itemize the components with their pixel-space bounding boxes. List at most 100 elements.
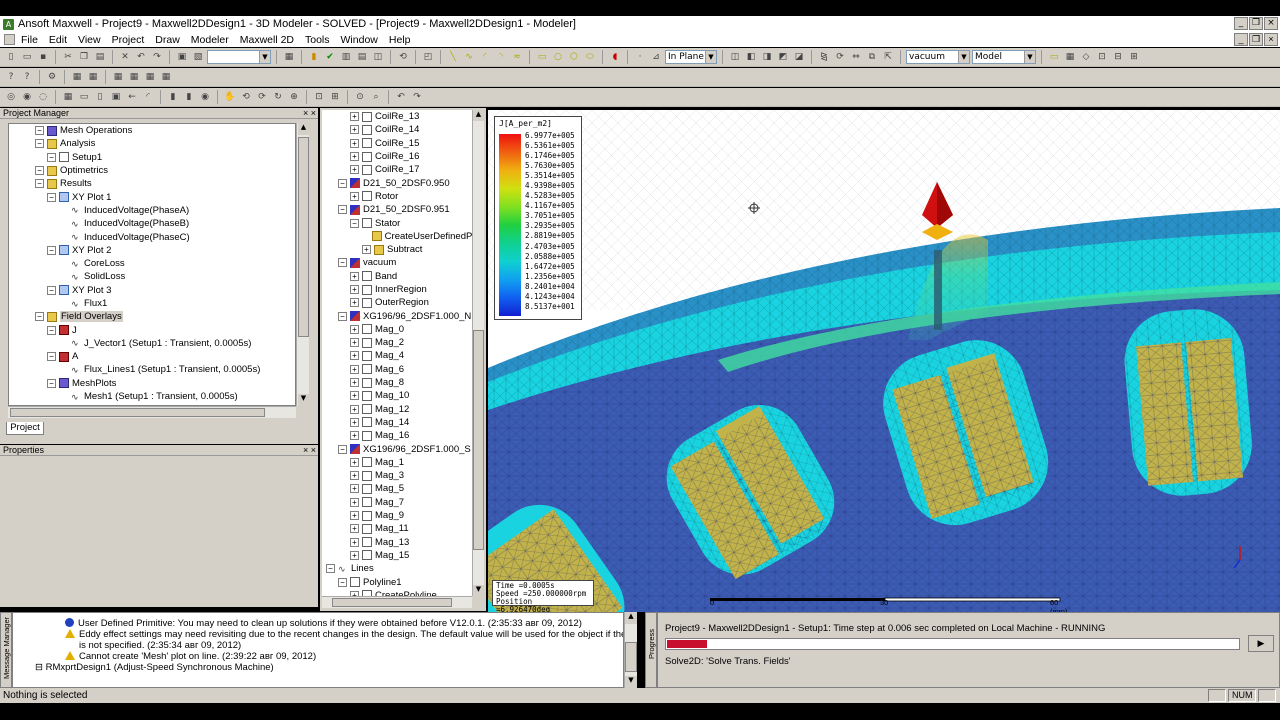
project-tree-item[interactable]: − Optimetrics <box>9 164 295 177</box>
project-tree-item[interactable]: − MeshPlots <box>9 377 295 390</box>
collapse-icon[interactable]: − <box>338 178 347 188</box>
new-icon[interactable]: ▯ <box>4 51 18 64</box>
project-tree-item[interactable]: − XY Plot 2 <box>9 244 295 257</box>
open-icon[interactable]: ▭ <box>20 51 34 64</box>
collapse-icon[interactable]: − <box>47 378 56 388</box>
select-icon[interactable]: ▣ <box>175 51 189 64</box>
project-tree-hscroll[interactable] <box>8 406 296 418</box>
message-row[interactable]: Eddy effect settings may need revisiting… <box>13 629 623 640</box>
duplicate-icon[interactable]: ⧉ <box>865 51 879 64</box>
project-tree-item[interactable]: ∿ CoreLoss <box>9 257 295 270</box>
render-icon[interactable]: ◉ <box>198 91 212 104</box>
select-edge-icon[interactable]: ◌ <box>36 91 50 104</box>
message-row[interactable]: ⊟ RMxprtDesign1 (Adjust-Speed Synchronou… <box>13 662 623 673</box>
menu-project[interactable]: Project <box>112 34 145 46</box>
model-tree-item[interactable]: + Mag_1 <box>322 456 472 469</box>
collapse-icon[interactable]: ⊟ <box>35 662 46 673</box>
menu-view[interactable]: View <box>78 34 101 46</box>
message-vscroll[interactable]: ▲ ▼ <box>624 612 637 688</box>
expand-icon[interactable]: + <box>350 138 359 148</box>
doc-restore-button[interactable]: ❐ <box>1249 33 1263 46</box>
draw-circle-icon[interactable]: ○ <box>551 51 565 64</box>
model-tree-item[interactable]: + Mag_15 <box>322 549 472 562</box>
menu-help[interactable]: Help <box>389 34 411 46</box>
model-tree-item[interactable]: − D21_50_2DSF0.950 <box>322 176 472 189</box>
collapse-icon[interactable]: − <box>47 245 56 255</box>
wireframe-icon[interactable]: ◇ <box>1079 51 1093 64</box>
unite-icon[interactable]: ◫ <box>728 51 742 64</box>
model-tree-item[interactable]: + Mag_4 <box>322 349 472 362</box>
zoom-icon[interactable]: ⊕ <box>287 91 301 104</box>
expand-icon[interactable]: + <box>350 431 359 441</box>
setup-icon[interactable]: ▦ <box>127 71 141 84</box>
rotate-icon[interactable]: ⟳ <box>833 51 847 64</box>
model-tree-item[interactable]: + Mag_2 <box>322 336 472 349</box>
fit-selection-icon[interactable]: ⊞ <box>328 91 342 104</box>
message-manager-tab[interactable]: Message Manager <box>0 612 12 688</box>
model-tree-item[interactable]: − ∿ Lines <box>322 562 472 575</box>
view-box2-icon[interactable]: ▯ <box>93 91 107 104</box>
material-icon[interactable]: ◖ <box>608 51 622 64</box>
project-tree-item[interactable]: − XY Plot 1 <box>9 190 295 203</box>
redo-icon[interactable]: ↷ <box>150 51 164 64</box>
expand-icon[interactable]: + <box>350 417 359 427</box>
collapse-icon[interactable]: − <box>338 258 347 268</box>
model-tree-item[interactable]: − XG196/96_2DSF1.000_N <box>322 309 472 322</box>
model-tree-item[interactable]: + CreatePolyline <box>322 589 472 596</box>
collapse-icon[interactable]: − <box>47 325 56 335</box>
project-tree-item[interactable]: − Mesh Operations <box>9 124 295 137</box>
draw-rect-icon[interactable]: ▭ <box>535 51 549 64</box>
model-tree-item[interactable]: − XG196/96_2DSF1.000_S <box>322 442 472 455</box>
project-tree-item[interactable]: ∿ InducedVoltage(PhaseC) <box>9 230 295 243</box>
view-box-icon[interactable]: ▭ <box>77 91 91 104</box>
boundary-icon[interactable]: ⚙ <box>45 71 59 84</box>
model-tree-item[interactable]: + Band <box>322 270 472 283</box>
report-icon[interactable]: ◫ <box>371 51 385 64</box>
project-tree-item[interactable]: − Results <box>9 177 295 190</box>
collapse-icon[interactable]: − <box>326 564 335 574</box>
expand-icon[interactable]: + <box>350 537 359 547</box>
ruler-icon[interactable]: ⊟ <box>1111 51 1125 64</box>
move-icon[interactable]: ⇔ <box>849 51 863 64</box>
save-icon[interactable]: ▪ <box>36 51 50 64</box>
delete-icon[interactable]: ✕ <box>118 51 132 64</box>
rotate-view2-icon[interactable]: ⟳ <box>255 91 269 104</box>
undo-icon[interactable]: ↶ <box>134 51 148 64</box>
undo-view-icon[interactable]: ↶ <box>394 91 408 104</box>
expand-icon[interactable]: + <box>350 125 359 135</box>
menu-window[interactable]: Window <box>341 34 378 46</box>
mode-dropdown[interactable]: Model ▼ <box>972 50 1036 64</box>
draw-arc-icon[interactable]: ◜ <box>478 51 492 64</box>
model-tree-item[interactable]: + Mag_12 <box>322 403 472 416</box>
project-tree-item[interactable]: ∿ Flux_Lines1 (Setup1 : Transient, 0.0005… <box>9 363 295 376</box>
model-tree-item[interactable]: − D21_50_2DSF0.951 <box>322 203 472 216</box>
sweep-icon[interactable]: ⟲ <box>396 51 410 64</box>
model-tree-item[interactable]: + InnerRegion <box>322 283 472 296</box>
model-tree-hscroll[interactable] <box>322 596 472 608</box>
project-tree-vscroll[interactable]: ▲ ▼ <box>296 123 309 406</box>
close-icon[interactable]: × × <box>303 108 316 119</box>
collapse-icon[interactable]: − <box>35 179 44 189</box>
snap-grid-icon[interactable]: ▦ <box>1063 51 1077 64</box>
fit-all-icon[interactable]: ⊡ <box>312 91 326 104</box>
model-tree-item[interactable]: − Stator <box>322 216 472 229</box>
document-icon[interactable] <box>4 34 15 45</box>
menu-draw[interactable]: Draw <box>155 34 180 46</box>
collapse-icon[interactable]: − <box>350 218 359 228</box>
model-tree-item[interactable]: + Mag_14 <box>322 416 472 429</box>
project-tree-item[interactable]: ∿ InducedVoltage(PhaseA) <box>9 204 295 217</box>
expand-icon[interactable]: + <box>350 191 359 201</box>
draw-regpoly-icon[interactable]: ⬡ <box>567 51 581 64</box>
collapse-icon[interactable]: − <box>338 311 347 321</box>
tab-project[interactable]: Project <box>6 422 44 435</box>
model-tree-item[interactable]: + Mag_11 <box>322 522 472 535</box>
orbit-icon[interactable]: ↻ <box>271 91 285 104</box>
intersect-icon[interactable]: ◨ <box>760 51 774 64</box>
select-mode-dropdown[interactable]: ▼ <box>207 50 271 64</box>
draw-ellipse-icon[interactable]: ⬭ <box>583 51 597 64</box>
message-row[interactable]: is not specified. (2:35:34 авг 09, 2012) <box>13 640 623 651</box>
collapse-icon[interactable]: − <box>338 577 347 587</box>
model-tree-item[interactable]: + Mag_0 <box>322 323 472 336</box>
expand-icon[interactable]: + <box>350 338 359 348</box>
model-tree-item[interactable]: + Subtract <box>322 243 472 256</box>
